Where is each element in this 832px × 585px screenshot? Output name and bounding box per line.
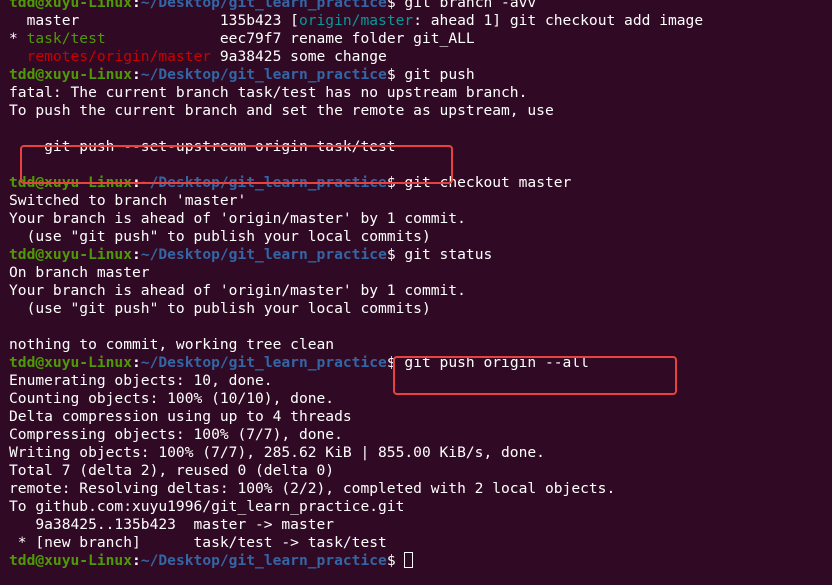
branch-segment: eec79f7 rename folder git_ALL <box>105 30 475 47</box>
prompt-path: ~/Desktop/git_learn_practice <box>140 354 387 371</box>
terminal-output: tdd@xuyu-Linux:~/Desktop/git_learn_pract… <box>9 0 703 570</box>
prompt-line: tdd@xuyu-Linux:~/Desktop/git_learn_pract… <box>9 246 703 264</box>
output-line: fatal: The current branch task/test has … <box>9 84 528 101</box>
prompt-path: ~/Desktop/git_learn_practice <box>140 246 387 263</box>
branch-segment: origin/master <box>298 12 414 29</box>
prompt-symbol: $ <box>386 66 405 83</box>
output-line: Compressing objects: 100% (7/7), done. <box>9 426 343 443</box>
branch-line: master 135b423 [origin/master: ahead 1] … <box>9 12 704 30</box>
prompt-colon: : <box>132 354 141 371</box>
branch-segment: master 135b423 [ <box>9 12 299 29</box>
prompt-path: ~/Desktop/git_learn_practice <box>140 66 387 83</box>
branch-line: * task/test eec79f7 rename folder git_AL… <box>9 30 703 48</box>
terminal-cursor[interactable] <box>404 552 414 568</box>
branch-line: remotes/origin/master 9a38425 some chang… <box>9 48 703 66</box>
output-line: Writing objects: 100% (7/7), 285.62 KiB … <box>9 444 545 461</box>
output-line: Total 7 (delta 2), reused 0 (delta 0) <box>9 462 335 479</box>
prompt-symbol: $ <box>386 0 405 11</box>
output-line: To github.com:xuyu1996/git_learn_practic… <box>9 498 405 515</box>
prompt-symbol: $ <box>386 246 405 263</box>
output-line: 9a38425..135b423 master -> master <box>9 516 335 533</box>
prompt-colon: : <box>132 66 141 83</box>
prompt-user: tdd@xuyu-Linux <box>9 246 133 263</box>
output-line: On branch master <box>9 264 150 281</box>
prompt-colon: : <box>132 246 141 263</box>
highlight-box-set-upstream <box>20 145 453 184</box>
prompt-colon: : <box>132 552 141 569</box>
prompt-path: ~/Desktop/git_learn_practice <box>140 552 387 569</box>
command-text: git status <box>404 246 493 263</box>
output-line: remote: Resolving deltas: 100% (2/2), co… <box>9 480 616 497</box>
output-line: To push the current branch and set the r… <box>9 102 554 119</box>
prompt-path: ~/Desktop/git_learn_practice <box>140 0 387 11</box>
output-line: * [new branch] task/test -> task/test <box>9 534 387 551</box>
output-line: Delta compression using up to 4 threads <box>9 408 352 425</box>
prompt-line: tdd@xuyu-Linux:~/Desktop/git_learn_pract… <box>9 0 703 12</box>
prompt-line: tdd@xuyu-Linux:~/Desktop/git_learn_pract… <box>9 552 703 570</box>
terminal-window[interactable]: tdd@xuyu-Linux:~/Desktop/git_learn_pract… <box>0 0 832 585</box>
prompt-colon: : <box>132 0 141 11</box>
output-line: Your branch is ahead of 'origin/master' … <box>9 282 466 299</box>
branch-segment: 9a38425 some change <box>211 48 387 65</box>
branch-segment: * <box>9 30 27 47</box>
prompt-line: tdd@xuyu-Linux:~/Desktop/git_learn_pract… <box>9 66 703 84</box>
prompt-user: tdd@xuyu-Linux <box>9 552 133 569</box>
branch-segment: : ahead 1] git checkout add image <box>413 12 704 29</box>
output-line: nothing to commit, working tree clean <box>9 336 335 353</box>
output-line: (use "git push" to publish your local co… <box>9 228 431 245</box>
prompt-user: tdd@xuyu-Linux <box>9 354 133 371</box>
prompt-symbol: $ <box>386 552 405 569</box>
output-line: Your branch is ahead of 'origin/master' … <box>9 210 466 227</box>
prompt-user: tdd@xuyu-Linux <box>9 66 133 83</box>
output-line: Switched to branch 'master' <box>9 192 247 209</box>
command-text: git push <box>404 66 475 83</box>
command-text: git branch -avv <box>404 0 537 11</box>
prompt-user: tdd@xuyu-Linux <box>9 0 133 11</box>
branch-segment: task/test <box>26 30 106 47</box>
branch-segment <box>9 48 27 65</box>
highlight-box-push-all <box>393 356 677 395</box>
output-line: (use "git push" to publish your local co… <box>9 300 431 317</box>
branch-segment: remotes/origin/master <box>26 48 212 65</box>
